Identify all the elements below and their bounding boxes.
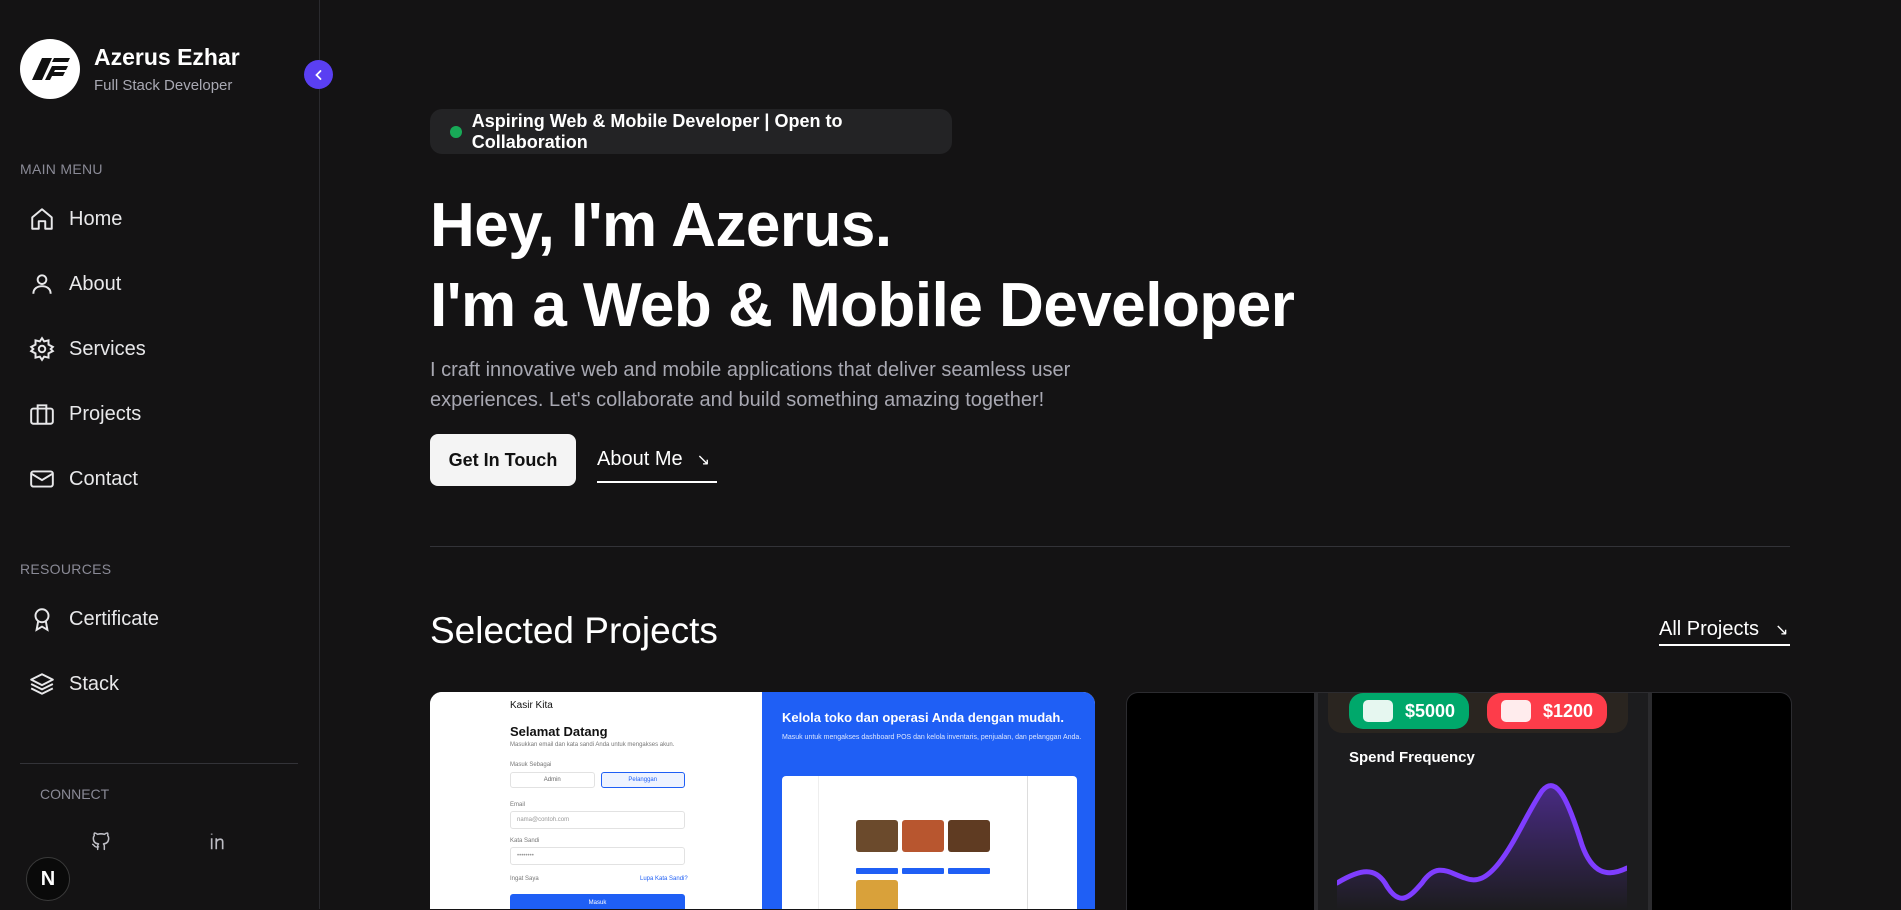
layers-icon: [30, 673, 54, 695]
expense-chip: $1200: [1487, 693, 1608, 729]
sidebar-item-about[interactable]: About: [29, 264, 121, 304]
sidebar-item-label: Home: [69, 207, 123, 230]
expense-amount: $1200: [1543, 700, 1594, 721]
status-badge: Aspiring Web & Mobile Developer | Open t…: [430, 109, 952, 154]
preview-role-tabs: Admin Pelanggan: [510, 772, 685, 788]
preview-promo-subtitle: Masuk untuk mengakses dashboard POS dan …: [782, 734, 1082, 741]
sidebar-item-certificate[interactable]: Certificate: [29, 599, 159, 639]
project-preview-login: Kasir Kita Selamat Datang Masukkan email…: [430, 692, 762, 909]
spend-frequency-chart: [1337, 783, 1627, 910]
projects-section-title: Selected Projects: [430, 610, 718, 651]
sidebar-divider: [20, 763, 298, 764]
award-icon: [34, 608, 50, 632]
profile-role: Full Stack Developer: [94, 77, 233, 94]
sidebar-item-label: Contact: [69, 467, 138, 490]
sidebar-item-label: Projects: [69, 402, 142, 425]
arrow-down-right-icon: ↘: [1775, 621, 1789, 639]
all-projects-link[interactable]: All Projects ↘: [1659, 618, 1790, 646]
about-me-link[interactable]: About Me ↘: [597, 448, 717, 483]
all-projects-label: All Projects: [1659, 618, 1760, 640]
hero-title-line1: Hey, I'm Azerus.: [430, 191, 892, 260]
home-icon: [31, 208, 53, 230]
receipt-icon: [1501, 700, 1531, 722]
sidebar-item-label: Certificate: [69, 607, 160, 630]
project-preview-promo: Kelola toko dan operasi Anda dengan muda…: [762, 692, 1095, 909]
preview-promo-title: Kelola toko dan operasi Anda dengan muda…: [782, 710, 1064, 725]
about-me-label: About Me: [597, 448, 683, 470]
income-chip: $5000: [1349, 693, 1470, 729]
sidebar-item-projects[interactable]: Projects: [29, 394, 141, 434]
spend-frequency-title: Spend Frequency: [1349, 749, 1475, 766]
sidebar-item-label: Stack: [69, 672, 120, 695]
sidebar-item-label: Services: [69, 337, 146, 360]
sidebar-item-contact[interactable]: Contact: [29, 459, 138, 499]
preview-brand: Kasir Kita: [510, 700, 553, 711]
food-image: [856, 820, 898, 852]
collapse-sidebar-button[interactable]: [304, 60, 333, 89]
preview-submit: Masuk: [510, 894, 685, 909]
preview-password-label: Kata Sandi: [510, 838, 540, 844]
preview-tab-customer: Pelanggan: [600, 772, 685, 788]
mail-icon: [30, 470, 54, 488]
connect-label: CONNECT: [40, 786, 110, 802]
get-in-touch-button[interactable]: Get In Touch: [430, 434, 576, 486]
status-text: Aspiring Web & Mobile Developer | Open t…: [471, 110, 843, 152]
github-icon[interactable]: [87, 827, 115, 855]
preview-password-field: ••••••••: [510, 847, 685, 865]
preview-email-label: Email: [510, 802, 526, 808]
income-amount: $5000: [1405, 700, 1456, 721]
chevron-left-icon: [314, 69, 321, 80]
preview-tab-admin: Admin: [510, 772, 595, 788]
resources-label: RESOURCES: [20, 561, 112, 577]
sidebar: Azerus Ezhar Full Stack Developer MAIN M…: [0, 0, 320, 909]
ae-logo-icon: [20, 39, 80, 99]
linkedin-icon[interactable]: [205, 827, 233, 855]
preview-forgot: Lupa Kata Sandi?: [640, 876, 688, 882]
wallet-icon: [1363, 700, 1393, 722]
preview-subheading: Masukkan email dan kata sandi Anda untuk…: [510, 742, 675, 748]
gear-icon: [29, 336, 55, 362]
hero-description: I craft innovative web and mobile applic…: [430, 359, 1071, 411]
project-card-kasir-kita[interactable]: Kasir Kita Selamat Datang Masukkan email…: [430, 692, 1095, 909]
food-image: [856, 880, 898, 909]
preview-dashboard-screen: [782, 776, 1077, 909]
sidebar-item-stack[interactable]: Stack: [29, 664, 119, 704]
hero-title: Hey, I'm Azerus. I'm a Web & Mobile Deve…: [430, 186, 1295, 346]
briefcase-icon: [30, 404, 54, 425]
section-divider: [430, 546, 1790, 547]
next-badge-icon[interactable]: N: [26, 857, 70, 901]
preview-email-field: nama@contoh.com: [510, 811, 685, 829]
hero-title-line2: I'm a Web & Mobile Developer: [430, 271, 1295, 340]
profile-name: Azerus Ezhar: [94, 44, 240, 70]
sidebar-item-home[interactable]: Home: [29, 199, 122, 239]
food-image: [948, 820, 990, 852]
status-dot-icon: [450, 125, 462, 138]
food-image: [902, 820, 944, 852]
project-card-finance-app[interactable]: $5000 $1200 Spend Frequency: [1126, 692, 1792, 910]
preview-heading: Selamat Datang: [510, 724, 608, 739]
main-menu-label: MAIN MENU: [20, 161, 103, 177]
sidebar-item-services[interactable]: Services: [29, 329, 146, 369]
sidebar-item-label: About: [69, 272, 122, 295]
arrow-down-right-icon: ↘: [696, 451, 711, 469]
profile[interactable]: Azerus Ezhar Full Stack Developer: [20, 39, 240, 99]
preview-remember: Ingat Saya: [510, 876, 539, 882]
user-icon: [32, 274, 52, 294]
preview-role-label: Masuk Sebagai: [510, 762, 552, 768]
